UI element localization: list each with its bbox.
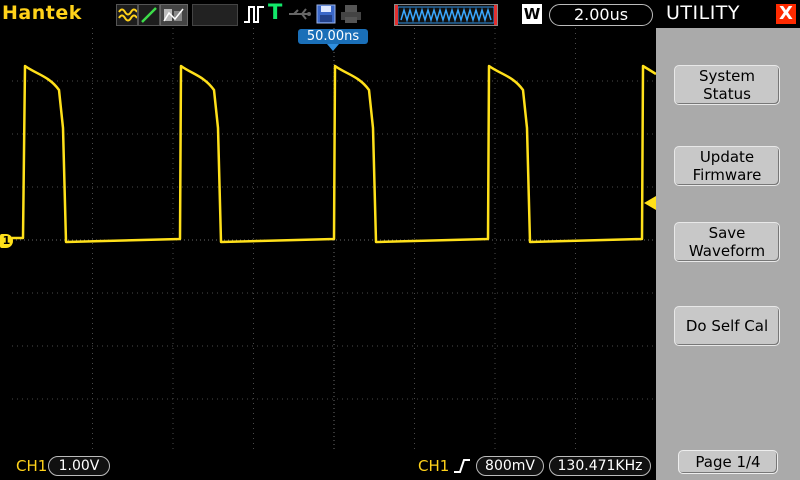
line-mode-icon[interactable] xyxy=(138,4,160,26)
usb-icon xyxy=(288,4,312,24)
trigger-position-readout: 50.00ns xyxy=(298,29,368,44)
brand-logo: Hantek xyxy=(2,2,82,24)
ch1-volts-per-div: 1.00V xyxy=(48,456,110,476)
trigger-position-marker xyxy=(327,44,339,51)
page-button[interactable]: Page 1/4 xyxy=(678,450,778,474)
menu-header: UTILITY X xyxy=(656,0,800,28)
save-icon[interactable] xyxy=(316,4,336,24)
frequency-readout: 130.471KHz xyxy=(549,456,651,476)
save-waveform-button[interactable]: Save Waveform xyxy=(674,222,780,262)
trigger-edge-icon xyxy=(244,6,264,23)
utility-menu-panel: UTILITY X System Status Update Firmware … xyxy=(656,0,800,480)
timebase-readout: 2.00us xyxy=(549,4,653,26)
do-self-cal-button[interactable]: Do Self Cal xyxy=(674,306,780,346)
system-status-button[interactable]: System Status xyxy=(674,65,780,105)
waveform-display xyxy=(12,28,656,452)
trigger-source: CH1 xyxy=(418,457,450,475)
menu-title: UTILITY xyxy=(666,2,741,24)
waveform-position-indicator xyxy=(394,4,498,26)
persist-icon[interactable] xyxy=(160,4,188,26)
wave-mode-icon[interactable] xyxy=(116,4,138,26)
close-button[interactable]: X xyxy=(776,4,796,24)
top-status-bar: Hantek T W 2.00us xyxy=(0,0,656,28)
update-firmware-button[interactable]: Update Firmware xyxy=(674,146,780,186)
print-icon[interactable] xyxy=(340,4,362,24)
trigger-status: T xyxy=(268,0,283,24)
ch1-label: CH1 xyxy=(16,457,48,475)
trigger-level-readout: 800mV xyxy=(476,456,544,476)
window-indicator: W xyxy=(522,4,542,24)
rising-edge-icon xyxy=(454,459,470,473)
bottom-status-bar: CH1 1.00V CH1 800mV 130.471KHz xyxy=(0,452,656,480)
trigger-level-marker[interactable] xyxy=(644,196,656,210)
blank-indicator xyxy=(192,4,238,26)
